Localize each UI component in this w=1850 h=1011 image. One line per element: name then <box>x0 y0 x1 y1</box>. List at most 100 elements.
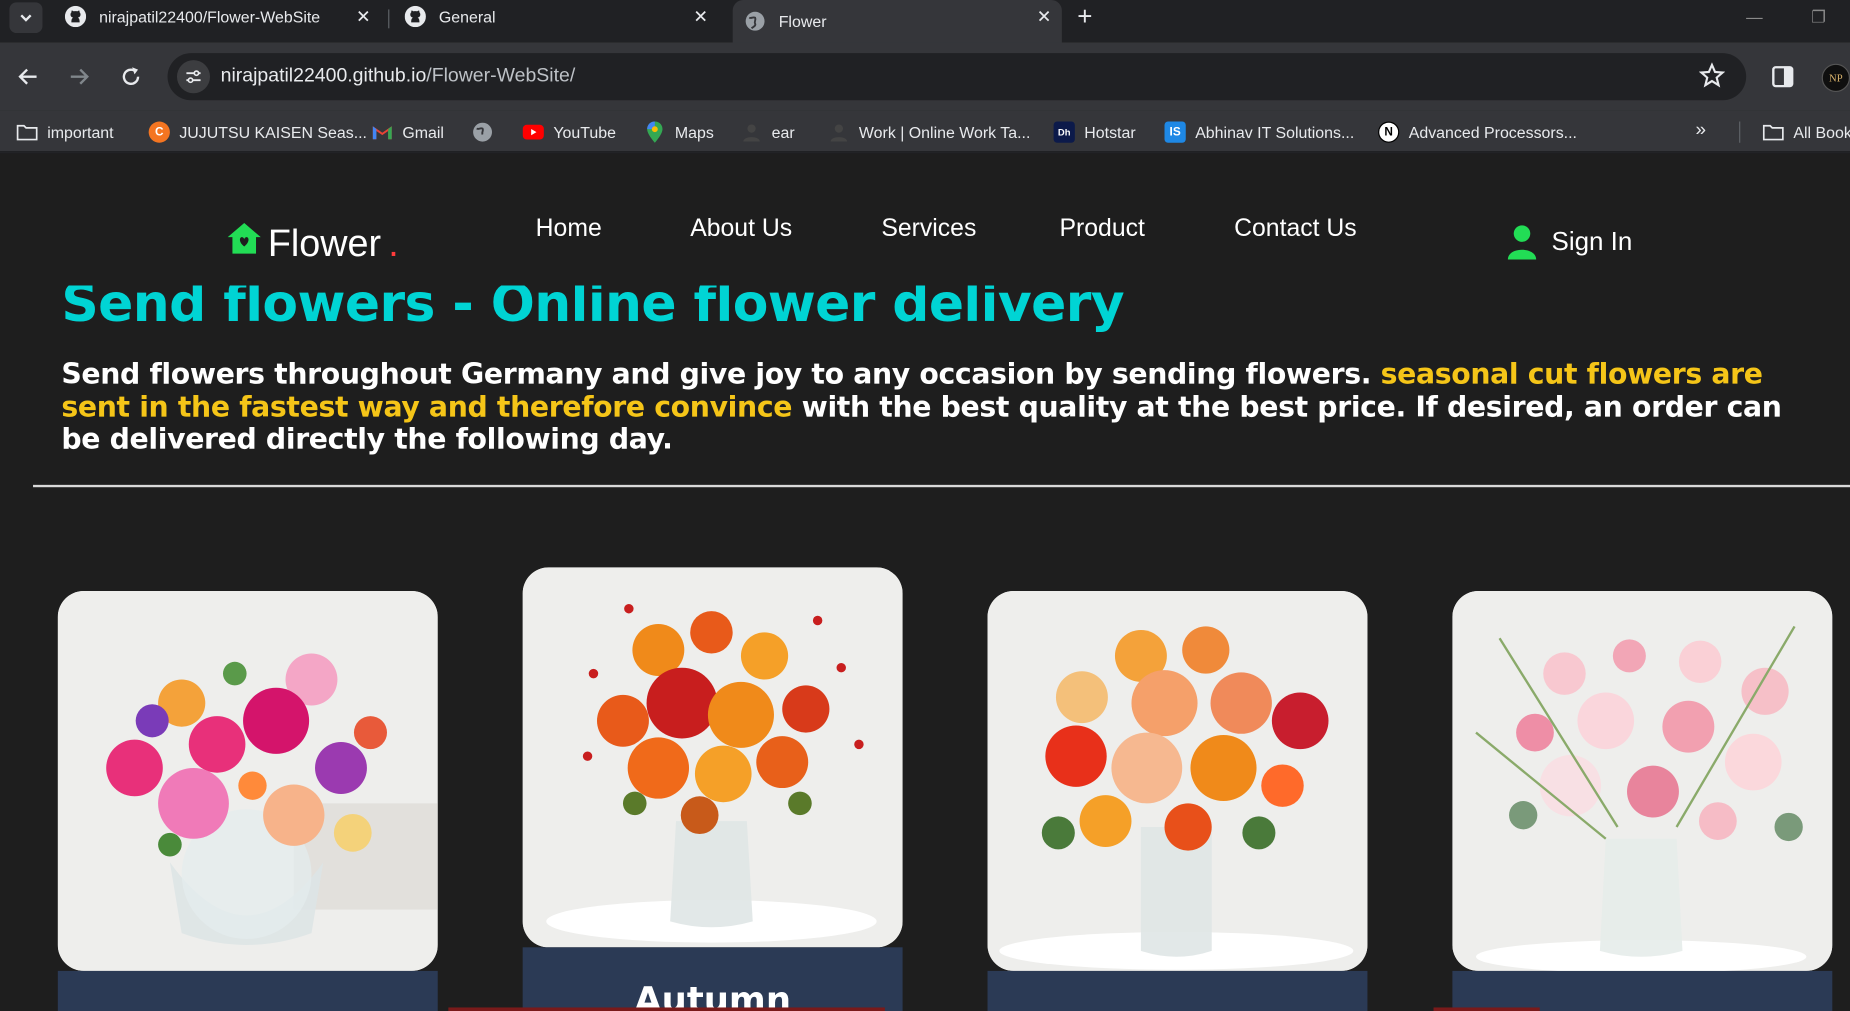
scroll-accent-line <box>448 1007 885 1011</box>
bookmark-label: YouTube <box>553 123 616 141</box>
bookmark-advanced-processors[interactable]: N Advanced Processors... <box>1378 120 1577 144</box>
bookmark-label: Advanced Processors... <box>1408 123 1577 141</box>
url-path: /Flower-WebSite/ <box>426 64 576 87</box>
globe-icon <box>472 122 493 143</box>
is-icon: IS <box>1164 121 1186 143</box>
notion-icon: N <box>1378 121 1400 143</box>
url-host: nirajpatil22400.github.io <box>220 64 427 87</box>
hero-description: Send flowers throughout Germany and give… <box>61 357 1807 456</box>
new-tab-button[interactable]: + <box>1077 3 1092 30</box>
house-heart-icon <box>227 222 261 254</box>
tab-general[interactable]: General ✕ <box>396 0 718 33</box>
tune-icon <box>186 70 201 84</box>
back-button[interactable] <box>14 63 42 91</box>
bookmark-label: Abhinav IT Solutions... <box>1195 123 1355 141</box>
reload-button[interactable] <box>117 63 145 91</box>
sign-in-label: Sign In <box>1551 226 1633 256</box>
product-card[interactable] <box>987 591 1368 1011</box>
bookmark-youtube[interactable]: YouTube <box>522 120 616 144</box>
tab-strip: nirajpatil22400/Flower-WebSite ✕ General… <box>0 0 1850 43</box>
chevron-down-icon <box>20 14 32 22</box>
forward-button[interactable] <box>65 63 93 91</box>
logo-dot: . <box>388 221 399 265</box>
card-caption: Autumn <box>522 947 903 1011</box>
tab-flower-active[interactable]: Flower ✕ <box>732 0 1062 43</box>
profile-avatar[interactable]: NP <box>1821 63 1850 93</box>
product-card[interactable] <box>1452 591 1833 1011</box>
tab-title: General <box>438 7 496 26</box>
card-caption <box>1452 970 1833 1011</box>
desc-text: Send flowers throughout Germany and give… <box>61 357 1381 391</box>
tab-separator <box>388 9 390 29</box>
section-divider <box>33 484 1850 488</box>
bookmark-jujutsu-kaisen[interactable]: C JUJUTSU KAISEN Seas... <box>148 120 367 144</box>
bookmark-ear[interactable]: ear <box>741 120 795 144</box>
bookmark-work[interactable]: Work | Online Work Ta... <box>828 120 1030 144</box>
github-icon <box>64 5 87 28</box>
card-caption <box>987 970 1368 1011</box>
site-info-button[interactable] <box>176 60 211 94</box>
site-logo[interactable]: Flower . <box>225 221 399 266</box>
chevron-double-right-icon[interactable]: » <box>1695 120 1706 141</box>
nav-about-us[interactable]: About Us <box>690 215 792 243</box>
bookmark-label: All Bookmarks <box>1793 123 1850 141</box>
sign-in-button[interactable]: Sign In <box>1507 224 1633 260</box>
folder-icon <box>1762 122 1784 143</box>
logo-text: Flower <box>267 221 382 265</box>
close-icon[interactable]: ✕ <box>1034 6 1055 27</box>
bookmark-gmail[interactable]: Gmail <box>372 120 444 144</box>
url-text[interactable]: nirajpatil22400.github.io/Flower-WebSite… <box>221 65 576 87</box>
tab-search-button[interactable] <box>9 2 43 34</box>
arrow-left-icon <box>18 68 37 85</box>
web-page: Send flowers - Online flower delivery Fl… <box>0 153 1850 1011</box>
product-card[interactable]: Autumn <box>522 567 903 1011</box>
minimize-button[interactable]: — <box>1746 7 1763 26</box>
tab-github-repo[interactable]: nirajpatil22400/Flower-WebSite ✕ <box>57 0 381 33</box>
github-icon <box>404 5 426 28</box>
youtube-icon <box>522 122 544 143</box>
person-icon <box>741 122 762 143</box>
crunchyroll-icon: C <box>148 121 170 143</box>
bookmark-separator <box>1739 121 1741 143</box>
nav-contact-us[interactable]: Contact Us <box>1234 215 1357 243</box>
bookmark-important[interactable]: important <box>16 120 114 144</box>
product-card[interactable] <box>57 591 438 1011</box>
bookmark-maps[interactable]: Maps <box>644 120 714 144</box>
bookmark-label: ear <box>771 123 795 141</box>
bookmark-hotstar[interactable]: Dh Hotstar <box>1053 120 1136 144</box>
nav-services[interactable]: Services <box>881 215 976 243</box>
nav-product[interactable]: Product <box>1060 215 1145 243</box>
nav-home[interactable]: Home <box>536 215 602 243</box>
side-panel-icon <box>1772 66 1794 88</box>
card-caption <box>57 970 438 1011</box>
bookmarks-bar: important C JUJUTSU KAISEN Seas... Gmail… <box>0 110 1850 153</box>
gmail-icon <box>372 122 393 143</box>
tab-title: Flower <box>778 12 827 31</box>
bookmark-label: Work | Online Work Ta... <box>858 123 1031 141</box>
reload-icon <box>122 67 140 85</box>
hotstar-icon: Dh <box>1053 121 1075 143</box>
bookmark-star-button[interactable] <box>1698 62 1726 95</box>
autumn-orange-bouquet-image <box>522 567 903 948</box>
address-bar[interactable]: nirajpatil22400.github.io/Flower-WebSite… <box>167 53 1747 101</box>
bookmark-label: Gmail <box>402 123 444 141</box>
bookmark-abhinav[interactable]: IS Abhinav IT Solutions... <box>1164 120 1355 144</box>
maximize-button[interactable]: ❐ <box>1811 7 1826 27</box>
user-icon <box>1507 225 1537 260</box>
arrow-right-icon <box>70 68 89 85</box>
close-icon[interactable]: ✕ <box>353 6 374 27</box>
maps-pin-icon <box>644 121 665 143</box>
mixed-pink-bouquet-image <box>57 591 438 971</box>
site-header: Flower . Home About Us Services Product … <box>0 153 1850 286</box>
bookmark-label: Hotstar <box>1084 123 1136 141</box>
scroll-accent-line <box>1433 1007 1540 1011</box>
bookmark-label: important <box>47 123 114 141</box>
bookmark-globe[interactable] <box>472 120 503 144</box>
close-icon[interactable]: ✕ <box>690 6 711 27</box>
bookmark-label: JUJUTSU KAISEN Seas... <box>179 123 367 141</box>
side-panel-button[interactable] <box>1770 64 1796 96</box>
all-bookmarks-folder[interactable]: All Bookmarks <box>1762 120 1850 144</box>
folder-icon <box>16 122 38 143</box>
orange-red-bouquet-image <box>987 591 1368 971</box>
browser-window: nirajpatil22400/Flower-WebSite ✕ General… <box>0 0 1850 1011</box>
